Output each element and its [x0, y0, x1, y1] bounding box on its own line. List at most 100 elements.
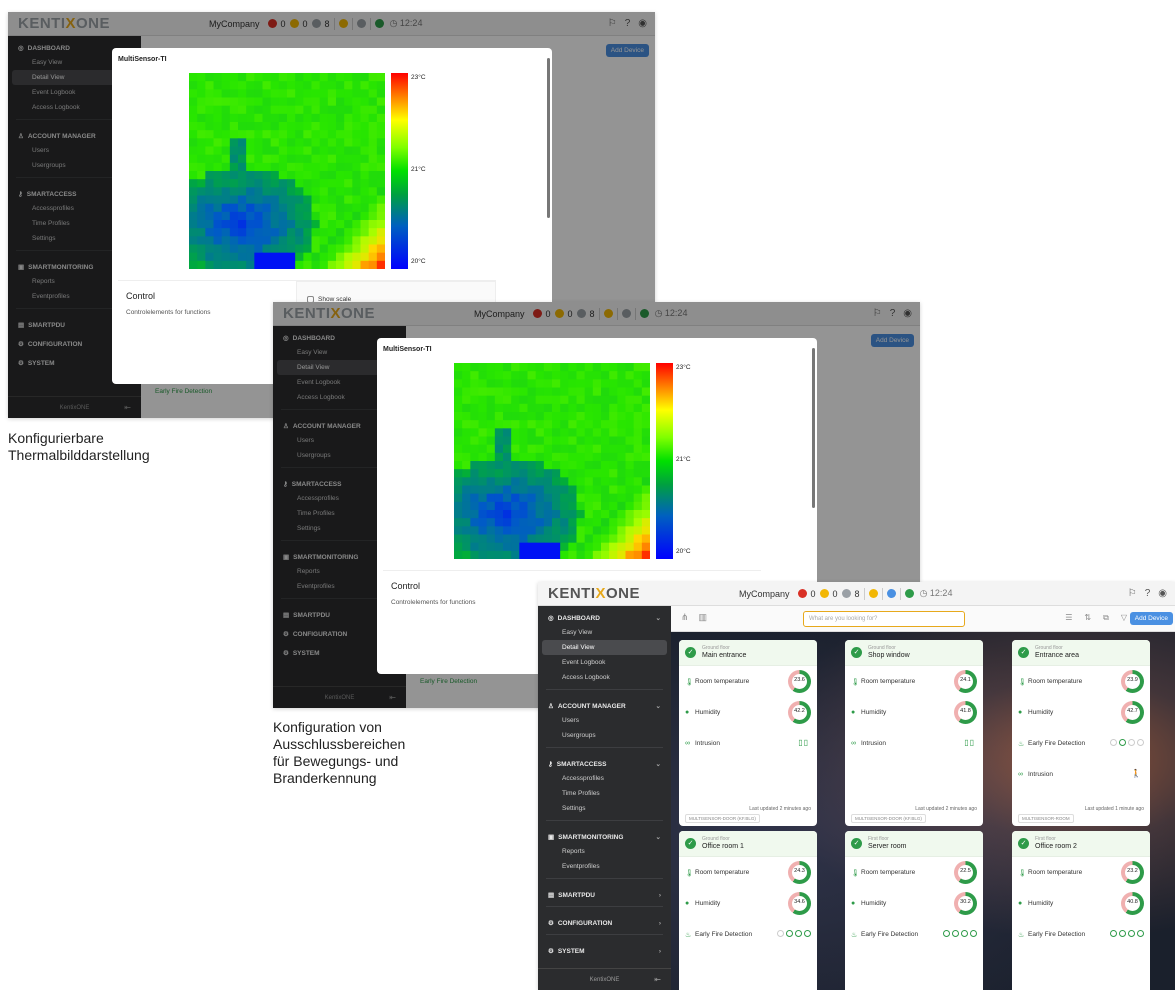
status-indicators[interactable]: 0 0 8	[797, 589, 860, 599]
online-icon[interactable]	[904, 589, 914, 598]
device-chip[interactable]: MULTISENSOR-DOOR (KF.BLG)	[851, 814, 926, 823]
thermal-pixel	[568, 550, 577, 559]
thermal-pixel	[368, 236, 378, 245]
thermal-pixel	[519, 550, 528, 559]
device-card-server-room[interactable]: ✓ First floor Server room 🌡 Room temperatur…	[845, 831, 983, 990]
thermal-pixel	[560, 493, 569, 503]
thermal-pixel	[478, 363, 488, 372]
filter-icon[interactable]: ▽	[1121, 613, 1127, 623]
help-icon[interactable]: ?	[1145, 588, 1151, 599]
sort-icon[interactable]: ⇅	[1084, 613, 1091, 623]
thermal-pixel	[246, 81, 255, 90]
thermal-pixel	[221, 122, 231, 131]
sidebar-section-smartmonitoring[interactable]: ▣ SMARTMONITORING ⌄	[538, 825, 671, 844]
device-card-shop-window[interactable]: ✓ Ground floor Shop window 🌡 Room temperatu…	[845, 640, 983, 826]
thermal-pixel	[503, 371, 512, 380]
sidebar-item-eventprofiles[interactable]: Eventprofiles	[538, 859, 671, 874]
device-chip[interactable]: MULTISENSOR-DOOR (KF.BLG)	[685, 814, 760, 823]
sidebar-item-usergroups[interactable]: Usergroups	[538, 728, 671, 743]
thermal-pixel	[470, 534, 479, 544]
thermal-pixel	[376, 252, 385, 262]
thermal-pixel	[229, 195, 239, 205]
list-icon[interactable]: ☰	[1065, 613, 1072, 623]
thermal-pixel	[462, 420, 471, 429]
sidebar-item-reports[interactable]: Reports	[538, 844, 671, 859]
thermal-pixel	[270, 146, 280, 156]
thermal-pixel	[470, 518, 479, 527]
thermal-pixel	[221, 97, 231, 107]
thermal-pixel	[238, 113, 247, 123]
thermal-pixel	[560, 501, 569, 511]
thermal-pixel	[197, 130, 206, 139]
thermal-pixel	[478, 420, 488, 429]
sidebar-item-time-profiles[interactable]: Time Profiles	[538, 786, 671, 801]
thermal-pixel	[601, 395, 610, 405]
group-icon[interactable]: ⧉	[1103, 613, 1109, 623]
thermal-pixel	[352, 81, 361, 90]
thermal-pixel	[486, 403, 496, 413]
thermal-pixel	[360, 122, 370, 131]
device-card-main-entrance[interactable]: ✓ Ground floor Main entrance 🌡 Room tempera…	[679, 640, 817, 826]
thermal-pixel	[197, 81, 206, 90]
drop-icon: ●	[1018, 900, 1023, 907]
sidebar-item-detail-view[interactable]: Detail View	[542, 640, 667, 655]
collapse-icon[interactable]: ⇤	[654, 975, 661, 984]
thermal-pixel	[641, 477, 650, 486]
layout-icon[interactable]: ▥	[699, 612, 708, 623]
thermal-pixel	[584, 371, 594, 380]
thermal-pixel	[584, 469, 594, 478]
thermal-pixel	[584, 395, 594, 405]
search-input[interactable]: What are you looking for?	[803, 611, 965, 627]
device-card-office-room-1[interactable]: ✓ Ground floor Office room 1 🌡 Room tempera…	[679, 831, 817, 990]
thermal-pixel	[462, 518, 471, 527]
thermal-pixel	[625, 501, 635, 511]
modal-scrollbar[interactable]	[547, 58, 550, 218]
thermal-pixel	[352, 203, 361, 213]
cloud-icon[interactable]	[886, 589, 896, 598]
thermal-pixel	[287, 130, 296, 139]
sidebar-section-configuration[interactable]: ⚙ CONFIGURATION ›	[538, 911, 671, 930]
thermal-pixel	[478, 452, 488, 462]
thermal-pixel	[617, 395, 626, 405]
lock-icon[interactable]	[868, 589, 878, 598]
thermal-pixel	[262, 154, 272, 164]
thermal-pixel	[311, 203, 321, 213]
sidebar-section-system[interactable]: ⚙ SYSTEM ›	[538, 939, 671, 958]
company-name[interactable]: MyCompany	[739, 589, 790, 599]
thermal-pixel	[319, 228, 329, 237]
user-icon[interactable]: ◉	[1158, 588, 1167, 599]
sidebar-section-dashboard[interactable]: ◎ DASHBOARD ⌄	[538, 606, 671, 625]
sidebar-section-smartpdu[interactable]: ▤ SMARTPDU ›	[538, 883, 671, 902]
thermal-pixel	[454, 461, 463, 470]
thermal-pixel	[503, 501, 512, 511]
thermal-pixel	[576, 469, 586, 478]
sitemap-icon[interactable]: ⋔	[681, 612, 689, 623]
sidebar-section-account-manager[interactable]: ♙ ACCOUNT MANAGER ⌄	[538, 694, 671, 713]
thermal-pixel	[205, 187, 214, 196]
sidebar-item-users[interactable]: Users	[538, 713, 671, 728]
sidebar-item-settings[interactable]: Settings	[538, 801, 671, 816]
sidebar-item-accessprofiles[interactable]: Accessprofiles	[538, 771, 671, 786]
device-card-entrance-area[interactable]: ✓ Ground floor Entrance area 🌡 Room tempera…	[1012, 640, 1150, 826]
thermal-pixel	[560, 436, 569, 446]
thermal-pixel	[609, 395, 618, 405]
control-title: Control	[391, 581, 421, 591]
sidebar-item-event-logbook[interactable]: Event Logbook	[538, 655, 671, 670]
sidebar-item-access-logbook[interactable]: Access Logbook	[538, 670, 671, 685]
thermal-pixel	[295, 73, 304, 82]
thermal-pixel	[601, 461, 610, 470]
thermal-pixel	[246, 138, 255, 147]
device-chip[interactable]: MULTISENSOR-ROOM	[1018, 814, 1074, 823]
thermal-pixel	[376, 195, 385, 205]
thermal-pixel	[486, 461, 496, 470]
sidebar-section-smartaccess[interactable]: ⚷ SMARTACCESS ⌄	[538, 752, 671, 771]
sidebar-item-easy-view[interactable]: Easy View	[538, 625, 671, 640]
flag-icon[interactable]: ⚐	[1128, 588, 1137, 599]
thermal-pixel	[221, 73, 231, 82]
add-device-button[interactable]: Add Device	[1129, 612, 1173, 625]
device-card-office-room-2[interactable]: ✓ First floor Office room 2 🌡 Room temperat…	[1012, 831, 1150, 990]
thermal-pixel	[543, 542, 553, 552]
modal-scrollbar[interactable]	[812, 348, 815, 508]
thermal-pixel	[189, 211, 198, 221]
thermal-pixel	[368, 130, 378, 139]
